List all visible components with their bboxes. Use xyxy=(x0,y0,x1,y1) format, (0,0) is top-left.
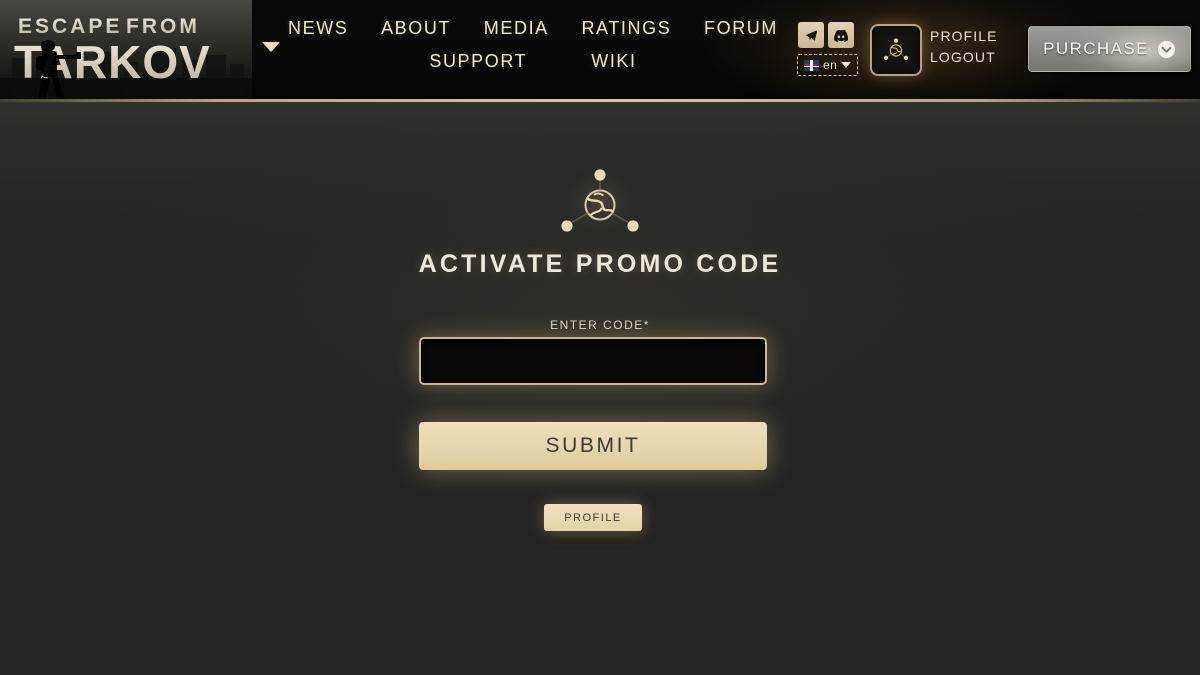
header-logout-link[interactable]: LOGOUT xyxy=(930,49,998,65)
page-root: ESCAPE FROM TARKOV NEWS ABOUT MEDIA RATI… xyxy=(0,0,1200,675)
uk-flag-icon xyxy=(804,59,819,71)
user-links: PROFILE LOGOUT xyxy=(930,28,998,65)
code-field-label-text: ENTER CODE xyxy=(550,318,644,332)
nav-ratings[interactable]: RATINGS xyxy=(581,18,671,39)
discord-button[interactable] xyxy=(828,22,854,48)
globe-network-icon xyxy=(883,38,909,61)
page-title: ACTIVATE PROMO CODE xyxy=(418,250,782,278)
nav-media[interactable]: MEDIA xyxy=(484,18,549,39)
telegram-icon xyxy=(804,29,817,41)
discord-icon xyxy=(834,29,849,42)
nav-row-secondary: SUPPORT WIKI xyxy=(288,51,778,72)
header-divider xyxy=(0,99,1200,102)
chevron-down-icon[interactable] xyxy=(262,42,280,52)
primary-navigation: NEWS ABOUT MEDIA RATINGS FORUM SUPPORT W… xyxy=(288,18,778,72)
telegram-button[interactable] xyxy=(798,22,824,48)
nav-news[interactable]: NEWS xyxy=(288,18,348,39)
nav-row-primary: NEWS ABOUT MEDIA RATINGS FORUM xyxy=(288,18,778,39)
avatar[interactable] xyxy=(870,24,922,76)
profile-button[interactable]: PROFILE xyxy=(544,504,642,531)
promo-code-input[interactable] xyxy=(419,337,767,385)
header-profile-link[interactable]: PROFILE xyxy=(930,28,998,44)
nav-wiki[interactable]: WIKI xyxy=(591,51,636,72)
chevron-down-icon xyxy=(841,62,852,68)
site-logo[interactable]: ESCAPE FROM TARKOV xyxy=(0,0,252,99)
site-header: ESCAPE FROM TARKOV NEWS ABOUT MEDIA RATI… xyxy=(0,0,1200,99)
logo-artwork: ESCAPE FROM TARKOV xyxy=(0,0,252,99)
required-marker: * xyxy=(643,318,650,332)
svg-text:FROM: FROM xyxy=(126,15,200,38)
language-code: en xyxy=(823,58,838,72)
purchase-button-label: PURCHASE xyxy=(1043,39,1149,58)
purchase-button[interactable]: PURCHASE xyxy=(1028,26,1191,72)
nav-forum[interactable]: FORUM xyxy=(704,18,778,39)
code-field-label: ENTER CODE* xyxy=(0,318,1200,332)
main-content: ACTIVATE PROMO CODE ENTER CODE* SUBMIT P… xyxy=(0,102,1200,675)
social-links xyxy=(798,22,854,48)
nav-support[interactable]: SUPPORT xyxy=(429,51,527,72)
svg-text:ESCAPE: ESCAPE xyxy=(18,15,122,38)
nav-about[interactable]: ABOUT xyxy=(381,18,451,39)
globe-network-icon xyxy=(556,164,644,240)
submit-button[interactable]: SUBMIT xyxy=(419,422,767,470)
language-selector[interactable]: en xyxy=(797,54,859,76)
chevron-down-circle-icon xyxy=(1157,40,1175,58)
